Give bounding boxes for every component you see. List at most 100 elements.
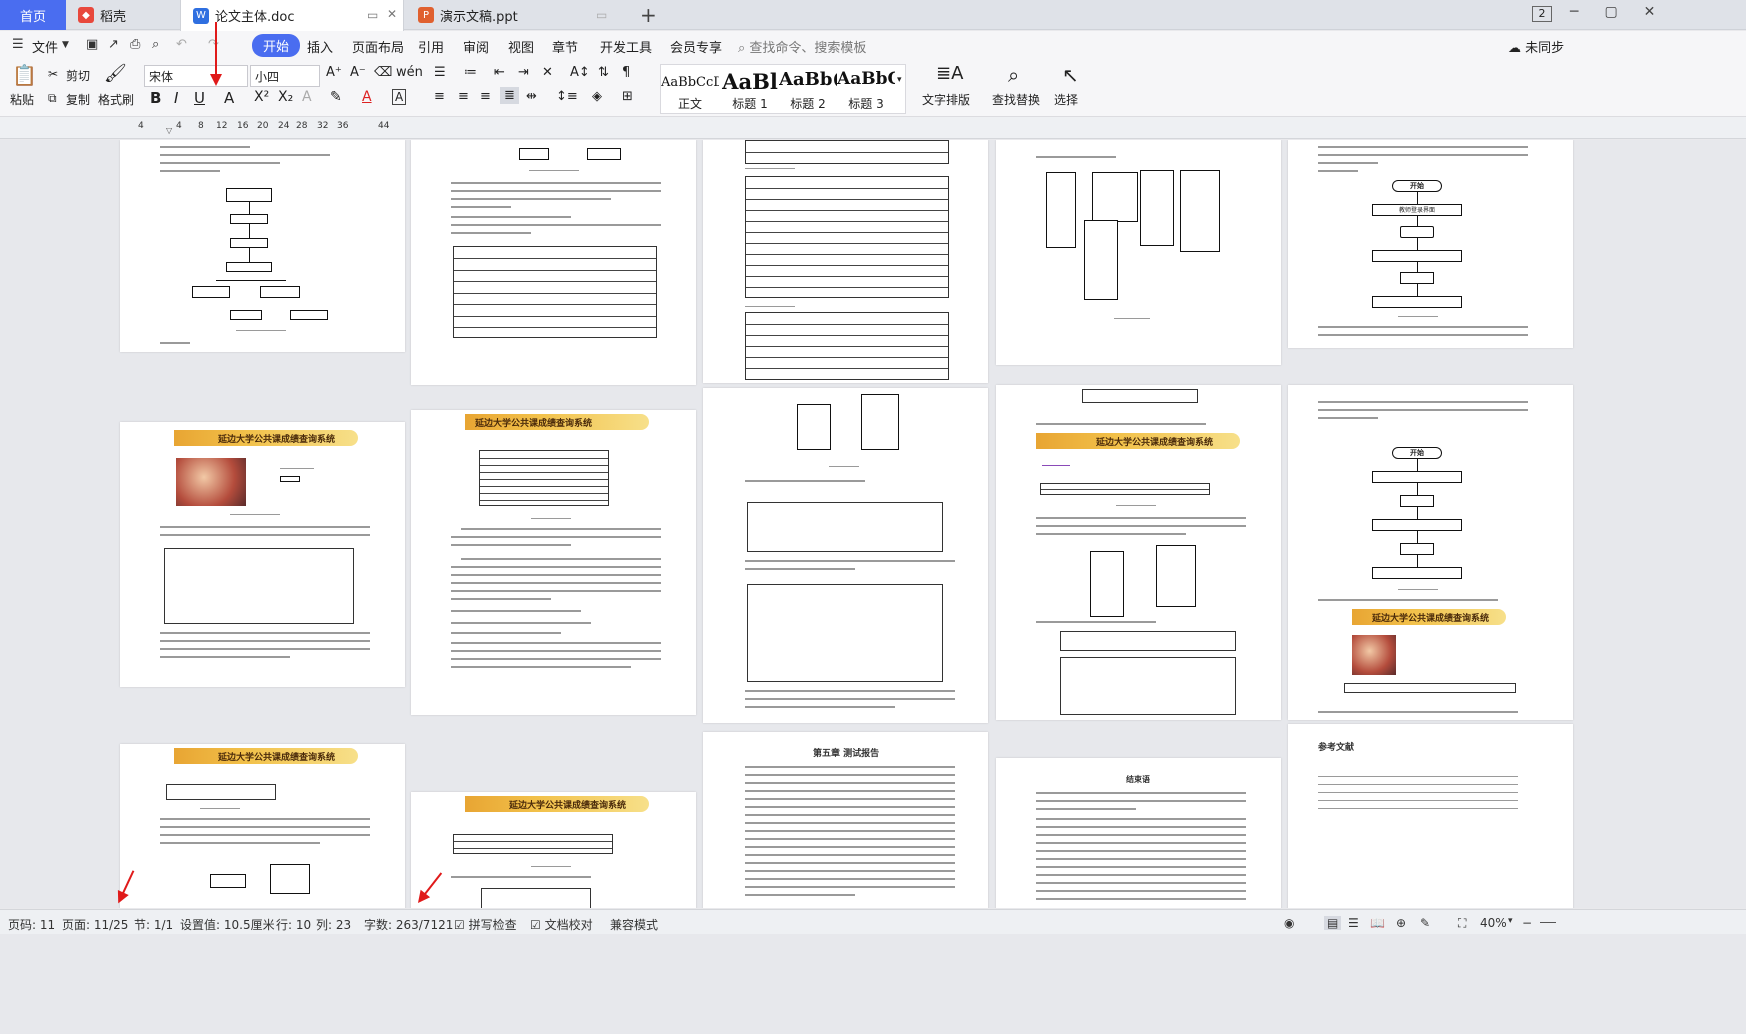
page-number[interactable]: 页码: 11 — [8, 916, 55, 933]
style-heading-3[interactable]: AaBbC 标题 3 — [837, 69, 895, 112]
web-view-icon[interactable]: ⊕ — [1396, 916, 1406, 930]
eye-protection-icon[interactable]: ◉ — [1284, 916, 1294, 930]
sync-status[interactable]: ☁ 未同步 — [1508, 37, 1564, 56]
menu-insert[interactable]: 插入 — [307, 37, 333, 56]
align-center-icon[interactable]: ≡ — [458, 89, 469, 104]
style-heading-1[interactable]: AaBl 标题 1 — [721, 69, 779, 112]
text-direction-icon[interactable]: A↕ — [570, 65, 590, 80]
shading-icon[interactable]: ◈ — [592, 89, 602, 104]
document-canvas[interactable]: 延边大学公共课成绩查询系统 延边大学公共课成绩查询系统 延边大学公共课成绩查询系… — [0, 140, 1746, 908]
page-thumbnail[interactable] — [703, 388, 988, 723]
subscript-icon[interactable]: X₂ — [278, 89, 293, 105]
page-view-icon[interactable]: ▤ — [1324, 916, 1342, 930]
tab-daoke[interactable]: ◆ 稻壳 — [68, 0, 178, 30]
font-name-select[interactable]: 宋体 — [144, 65, 248, 87]
strikethrough-icon[interactable]: A — [224, 89, 234, 107]
page-thumbnail[interactable]: 结束语 — [996, 758, 1281, 908]
page-thumbnail[interactable]: 第五章 测试报告 — [703, 732, 988, 908]
minimize-icon[interactable]: ─ — [1570, 4, 1578, 20]
superscript-icon[interactable]: X² — [254, 89, 269, 105]
page-thumbnail[interactable]: 延边大学公共课成绩查询系统 — [120, 744, 405, 908]
close-window-icon[interactable]: ✕ — [1644, 4, 1656, 20]
zoom-out-icon[interactable]: − — [1522, 916, 1532, 930]
zoom-level[interactable]: 40% — [1480, 916, 1507, 930]
copy-button[interactable]: 复制 — [66, 91, 90, 108]
numbered-list-icon[interactable]: ≔ — [464, 65, 477, 80]
style-heading-2[interactable]: AaBb( 标题 2 — [779, 69, 837, 112]
char-border-icon[interactable]: A — [392, 89, 407, 105]
fit-window-icon[interactable]: ⛶ — [1458, 916, 1466, 931]
clear-format-icon[interactable]: ⌫ — [374, 65, 392, 80]
align-left-icon[interactable]: ≡ — [434, 89, 445, 104]
style-gallery-more-icon[interactable]: ▾ — [897, 75, 902, 85]
borders-icon[interactable]: ⊞ — [622, 89, 633, 104]
paste-icon[interactable]: 📋 — [12, 63, 37, 87]
font-color-icon[interactable]: A — [362, 89, 372, 105]
add-tab-icon[interactable]: + — [640, 3, 657, 27]
page-thumbnail[interactable]: 参考文献 — [1288, 724, 1573, 908]
format-painter-button[interactable]: 格式刷 — [98, 91, 134, 108]
font-size-select[interactable]: 小四 — [250, 65, 320, 87]
hamburger-icon[interactable]: ☰ — [12, 37, 24, 52]
menu-reference[interactable]: 引用 — [418, 37, 444, 56]
line-spacing-icon[interactable]: ↕≡ — [556, 89, 578, 104]
page-thumbnail[interactable]: 延边大学公共课成绩查询系统 — [411, 410, 696, 715]
grow-font-icon[interactable]: A⁺ — [326, 65, 342, 80]
italic-icon[interactable]: I — [174, 89, 178, 107]
screen-icon[interactable]: ▭ — [596, 8, 607, 22]
bold-icon[interactable]: B — [150, 89, 161, 107]
section-indicator[interactable]: 节: 1/1 — [134, 916, 173, 933]
export-icon[interactable]: ↗ — [108, 37, 119, 52]
show-marks-icon[interactable]: ¶ — [622, 65, 630, 80]
select-cursor-icon[interactable]: ↖ — [1062, 63, 1079, 87]
justify-icon[interactable]: ≣ — [500, 87, 519, 104]
page-count[interactable]: 页面: 11/25 — [62, 916, 128, 933]
print-icon[interactable]: ⎙ — [130, 37, 140, 52]
save-icon[interactable]: ▣ — [86, 37, 98, 52]
close-tab-icon[interactable]: ✕ — [387, 7, 397, 21]
align-right-icon[interactable]: ≡ — [480, 89, 491, 104]
increase-indent-icon[interactable]: ⇥ — [518, 65, 529, 80]
screen-icon[interactable]: ▭ — [367, 8, 378, 22]
shrink-font-icon[interactable]: A⁻ — [350, 65, 366, 80]
pen-icon[interactable]: ✎ — [1420, 916, 1430, 930]
tab-home[interactable]: 首页 — [0, 0, 66, 30]
bullet-list-icon[interactable]: ☰ — [434, 65, 446, 80]
command-search[interactable]: ⌕ 查找命令、搜索模板 — [738, 37, 866, 56]
undo-icon[interactable]: ↶ — [176, 37, 187, 52]
page-thumbnail[interactable] — [411, 140, 696, 385]
spell-check-toggle[interactable]: ☑ 拼写检查 — [454, 916, 517, 933]
maximize-icon[interactable]: ▢ — [1604, 4, 1617, 20]
outline-view-icon[interactable]: ☰ — [1348, 916, 1359, 930]
page-thumbnail[interactable]: 开始 教师登录界面 — [1288, 140, 1573, 348]
text-layout-button[interactable]: 文字排版 — [922, 91, 970, 108]
menu-member[interactable]: 会员专享 — [670, 37, 722, 56]
menu-developer[interactable]: 开发工具 — [600, 37, 652, 56]
paste-button[interactable]: 粘贴 — [10, 91, 34, 108]
word-count[interactable]: 字数: 263/7121 — [364, 916, 453, 933]
decrease-indent-icon[interactable]: ⇤ — [494, 65, 505, 80]
format-painter-icon[interactable]: 🖌 — [104, 63, 127, 84]
page-thumbnail[interactable]: 延边大学公共课成绩查询系统 — [120, 422, 405, 687]
select-button[interactable]: 选择 — [1054, 91, 1078, 108]
page-thumbnail[interactable] — [120, 140, 405, 352]
text-layout-icon[interactable]: ≣A — [936, 63, 963, 84]
phonetic-icon[interactable]: wén — [396, 65, 423, 80]
find-replace-button[interactable]: 查找替换 — [992, 91, 1040, 108]
sort-icon[interactable]: ⇅ — [598, 65, 609, 80]
chevron-down-icon[interactable]: ▼ — [62, 40, 69, 50]
page-thumbnail[interactable] — [996, 140, 1281, 365]
cut-button[interactable]: 剪切 — [66, 67, 90, 84]
underline-icon[interactable]: U — [194, 89, 205, 107]
menu-view[interactable]: 视图 — [508, 37, 534, 56]
indent-marker-icon[interactable]: ▽ — [166, 126, 172, 135]
print-preview-icon[interactable]: ⌕ — [152, 37, 159, 52]
page-thumbnail[interactable]: 延边大学公共课成绩查询系统 — [411, 792, 696, 908]
menu-review[interactable]: 审阅 — [463, 37, 489, 56]
highlight-icon[interactable]: ✎ — [330, 89, 342, 105]
redo-icon[interactable]: ↷ — [208, 37, 219, 52]
window-count-badge[interactable]: 2 — [1532, 6, 1552, 22]
find-replace-icon[interactable]: ⌕ — [1008, 63, 1019, 87]
zoom-slider[interactable] — [1540, 922, 1556, 923]
tab-document[interactable]: W 论文主体.doc ▭ ✕ — [180, 0, 404, 31]
